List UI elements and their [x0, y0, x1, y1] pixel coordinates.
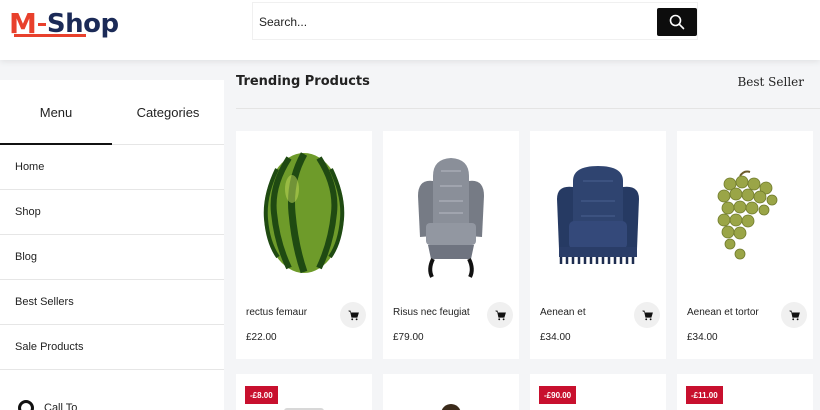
title-divider [236, 108, 820, 109]
sidebar-tabs: Menu Categories [0, 80, 224, 145]
product-price: £34.00 [687, 332, 718, 343]
sidebar-item-home[interactable]: Home [0, 145, 224, 190]
product-card[interactable]: -£8.00 [236, 374, 372, 410]
product-image[interactable] [236, 141, 372, 291]
watermelon-image [263, 152, 345, 274]
sidebar-item-blog[interactable]: Blog [0, 235, 224, 280]
product-card[interactable]: Aenean et tortor £34.00 [677, 131, 813, 359]
logo-dash [37, 23, 46, 26]
section-title: Trending Products [236, 74, 370, 89]
call-label: Call To [44, 402, 78, 410]
product-price: £79.00 [393, 332, 424, 343]
product-price: £22.00 [246, 332, 277, 343]
add-to-cart-button[interactable] [340, 302, 366, 328]
product-card[interactable]: Risus nec feugiat £79.00 [383, 131, 519, 359]
product-name[interactable]: Aenean et tortor [687, 307, 759, 318]
sidebar-item-shop[interactable]: Shop [0, 190, 224, 235]
search-icon [669, 14, 685, 30]
phone-icon [18, 400, 34, 410]
wingback-chair-image [418, 158, 484, 278]
product-card[interactable]: -£90.00 [530, 374, 666, 410]
product-image[interactable] [530, 141, 666, 291]
product-card[interactable]: -£11.00 [677, 374, 813, 410]
sidebar-item-sale-products[interactable]: Sale Products [0, 325, 224, 370]
blue-armchair-image [557, 166, 639, 264]
cart-icon [788, 310, 800, 320]
product-card[interactable] [383, 374, 519, 410]
add-to-cart-button[interactable] [634, 302, 660, 328]
grapes-image [717, 170, 778, 260]
sale-badge: -£8.00 [245, 386, 278, 404]
header: M Shop [0, 0, 820, 60]
cart-icon [494, 310, 506, 320]
tab-menu[interactable]: Menu [0, 80, 112, 145]
product-name[interactable]: rectus femaur [246, 307, 307, 318]
search-button[interactable] [657, 8, 697, 36]
add-to-cart-button[interactable] [781, 302, 807, 328]
best-seller-tab[interactable]: Best Seller [737, 75, 804, 89]
add-to-cart-button[interactable] [487, 302, 513, 328]
product-image[interactable] [441, 404, 461, 410]
tab-categories[interactable]: Categories [112, 80, 224, 144]
sidebar: Menu Categories Home Shop Blog Best Sell… [0, 80, 224, 410]
cart-icon [347, 310, 359, 320]
sale-badge: -£11.00 [686, 386, 723, 404]
product-image[interactable] [383, 141, 519, 291]
logo-underline [14, 34, 86, 37]
cart-icon [641, 310, 653, 320]
sidebar-item-best-sellers[interactable]: Best Sellers [0, 280, 224, 325]
call-to[interactable]: Call To [18, 400, 77, 410]
product-image[interactable] [677, 141, 813, 291]
search-bar [252, 2, 698, 40]
sale-badge: -£90.00 [539, 386, 577, 404]
product-price: £34.00 [540, 332, 571, 343]
product-card[interactable]: rectus femaur £22.00 [236, 131, 372, 359]
search-input[interactable] [259, 9, 649, 35]
product-name[interactable]: Risus nec feugiat [393, 307, 470, 318]
product-name[interactable]: Aenean et [540, 307, 586, 318]
product-card[interactable]: Aenean et £34.00 [530, 131, 666, 359]
